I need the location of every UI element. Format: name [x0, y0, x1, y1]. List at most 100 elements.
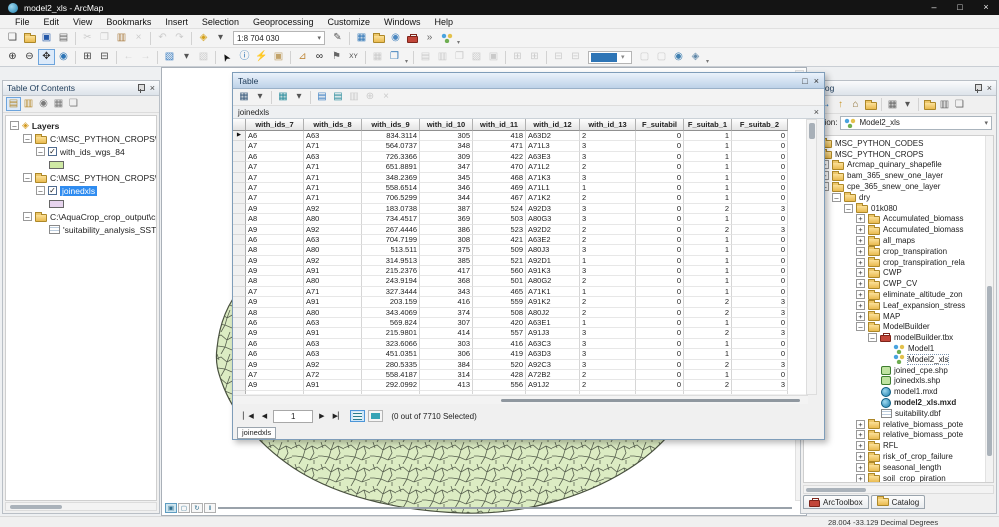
connect-to-folder-button[interactable]: [863, 98, 878, 112]
expand-icon[interactable]: +: [856, 268, 865, 277]
table-row[interactable]: A9A92280.5335384520A92C33023: [233, 360, 808, 370]
catalog-tree-row[interactable]: +seasonal_length: [804, 462, 993, 473]
arctoolbox-window-button[interactable]: [404, 30, 421, 46]
catalog-tree-row[interactable]: –MSC_PYTHON_CROPS: [804, 149, 993, 160]
pan-button[interactable]: ✥: [38, 49, 55, 65]
search-window-button[interactable]: ◉: [387, 30, 404, 46]
table-row[interactable]: A9A92183.0738387524A92D33023: [233, 204, 808, 214]
table-row[interactable]: A7A71651.8891347470A71L22010: [233, 162, 808, 172]
toolbar-overflow[interactable]: ▾: [455, 30, 462, 46]
catalog-vertical-scrollbar[interactable]: [985, 136, 993, 482]
list-by-selection-button[interactable]: ▦: [51, 97, 66, 111]
catalog-tree-row[interactable]: joinedxls.shp: [804, 376, 993, 387]
table-row[interactable]: A8A80243.9194368501A80G22010: [233, 276, 808, 286]
select-elements-button[interactable]: ➤: [219, 49, 236, 65]
catalog-tree-row[interactable]: +RFL: [804, 440, 993, 451]
menu-help[interactable]: Help: [428, 17, 461, 27]
tree-item-label[interactable]: C:\MSC_PYTHON_CROPS\Arcmap: [50, 134, 157, 144]
toc-tree-row[interactable]: –C:\MSC_PYTHON_CROPS\cpe_365: [6, 171, 156, 184]
fixed-zoom-out-button[interactable]: ⊟: [96, 49, 113, 65]
select-features-dropdown-button[interactable]: ▾: [178, 49, 195, 65]
map-scale-combo[interactable]: 1:8 704 030▾: [233, 31, 325, 45]
add-data-button[interactable]: ◈: [195, 30, 212, 46]
table-row[interactable]: A9A92314.9513385521A92D11010: [233, 256, 808, 266]
expand-icon[interactable]: +: [856, 214, 865, 223]
toc-horizontal-scrollbar[interactable]: [5, 502, 157, 511]
menu-bookmarks[interactable]: Bookmarks: [99, 17, 158, 27]
toc-tree-row[interactable]: – C:\MSC_PYTHON_CROPS\Arcmap: [6, 132, 156, 145]
related-tables-button[interactable]: ▦: [275, 90, 291, 105]
globe-tool-button[interactable]: ◉: [670, 49, 687, 65]
layout-view-button[interactable]: ▢: [178, 503, 190, 513]
menu-selection[interactable]: Selection: [195, 17, 246, 27]
up-one-level-button[interactable]: ↑: [833, 98, 848, 112]
close-icon[interactable]: ×: [987, 84, 992, 93]
show-all-records-button[interactable]: [350, 410, 365, 422]
tree-item-label[interactable]: relative_biomass_pote: [883, 420, 963, 429]
expand-icon[interactable]: +: [856, 474, 865, 483]
tree-item-label[interactable]: Model2_xls: [908, 355, 948, 364]
maximize-icon[interactable]: □: [802, 76, 807, 86]
tree-item-label[interactable]: relative_biomass_pote: [883, 430, 963, 439]
tree-item-label[interactable]: MSC_PYTHON_CODES: [835, 139, 923, 148]
expand-icon[interactable]: +: [856, 279, 865, 288]
tree-item-label[interactable]: Leaf_expansion_stress: [883, 301, 965, 310]
close-icon[interactable]: ×: [814, 76, 819, 86]
tree-item-label[interactable]: cpe_365_snew_one_layer: [847, 182, 940, 191]
toc-tree-row[interactable]: –◈Layers: [6, 119, 156, 132]
tree-item-label[interactable]: Layers: [32, 121, 59, 131]
print-button[interactable]: ▤: [55, 30, 72, 46]
grid-horizontal-scrollbar[interactable]: [233, 395, 808, 404]
attribute-grid[interactable]: with_ids_7with_ids_8with_ids_9with_id_10…: [233, 119, 808, 394]
minimize-button[interactable]: –: [921, 0, 947, 15]
tree-item-label[interactable]: model2_xls.mxd: [894, 398, 956, 407]
collapse-icon[interactable]: –: [844, 204, 853, 213]
tree-item-label[interactable]: 01k080: [871, 204, 897, 213]
expand-icon[interactable]: +: [856, 290, 865, 299]
tree-item-label[interactable]: Accumulated_biomass: [883, 225, 963, 234]
catalog-tree-row[interactable]: +bam_365_snew_one_layer: [804, 170, 993, 181]
tree-item-label[interactable]: bam_365_snew_one_layer: [847, 171, 943, 180]
pin-icon[interactable]: [136, 83, 145, 94]
layer-checkbox[interactable]: ✓: [48, 147, 57, 156]
toc-tree-row[interactable]: [6, 197, 156, 210]
catalog-tree-row[interactable]: + eliminate_altitude_zon: [804, 289, 993, 300]
tree-item-label[interactable]: eliminate_altitude_zon: [883, 290, 963, 299]
expand-icon[interactable]: +: [856, 452, 865, 461]
column-header-with_id_10[interactable]: with_id_10: [420, 119, 473, 131]
tree-item-label[interactable]: risk_of_crop_failure: [883, 452, 953, 461]
table-row[interactable]: A6A63569.824307420A63E11010: [233, 318, 808, 328]
color-swatch-combo[interactable]: ▾: [588, 51, 632, 64]
menu-windows[interactable]: Windows: [377, 17, 428, 27]
refresh-view-button[interactable]: ↻: [191, 503, 203, 513]
close-button[interactable]: ×: [973, 0, 999, 15]
html-popup-button[interactable]: ▣: [270, 49, 287, 65]
map-horizontal-scrollbar[interactable]: [218, 505, 792, 512]
expand-icon[interactable]: +: [856, 301, 865, 310]
tab-catalog[interactable]: Catalog: [871, 495, 926, 509]
collapse-icon[interactable]: –: [23, 134, 32, 143]
catalog-tree-row[interactable]: model2_xls.mxd: [804, 397, 993, 408]
zoom-in-button[interactable]: ⊕: [4, 49, 21, 65]
maximize-button[interactable]: □: [947, 0, 973, 15]
catalog-tree-row[interactable]: + Accumulated_biomass: [804, 214, 993, 225]
fixed-zoom-in-button[interactable]: ⊞: [79, 49, 96, 65]
collapse-icon[interactable]: –: [856, 322, 865, 331]
paste-button[interactable]: ▥: [113, 30, 130, 46]
catalog-tree-row[interactable]: +MSC_PYTHON_CODES: [804, 138, 993, 149]
table-row[interactable]: A9A91292.0992413556A91J22023: [233, 380, 808, 390]
next-record-button[interactable]: ▶: [315, 412, 328, 420]
toc-tree-row[interactable]: [6, 158, 156, 171]
table-row[interactable]: A7A72558.4187314428A72B22010: [233, 370, 808, 380]
tab-arctoolbox[interactable]: ArcToolbox: [803, 495, 869, 509]
toc-tree-row[interactable]: –C:\AquaCrop_crop_output\cpe_36: [6, 210, 156, 223]
table-row[interactable]: [233, 391, 808, 394]
layer-tool-button[interactable]: ◈: [687, 49, 704, 65]
tree-item-label[interactable]: Accumulated_biomass: [883, 214, 963, 223]
list-by-drawing-order-button[interactable]: ▤: [6, 97, 21, 111]
catalog-tree-row[interactable]: +relative_biomass_pote: [804, 430, 993, 441]
column-header-with_ids_7[interactable]: with_ids_7: [246, 119, 304, 131]
column-header-F_suitabil[interactable]: F_suitabil: [636, 119, 684, 131]
location-combo[interactable]: Model2_xls ▾: [840, 116, 992, 130]
menu-geoprocessing[interactable]: Geoprocessing: [246, 17, 321, 27]
